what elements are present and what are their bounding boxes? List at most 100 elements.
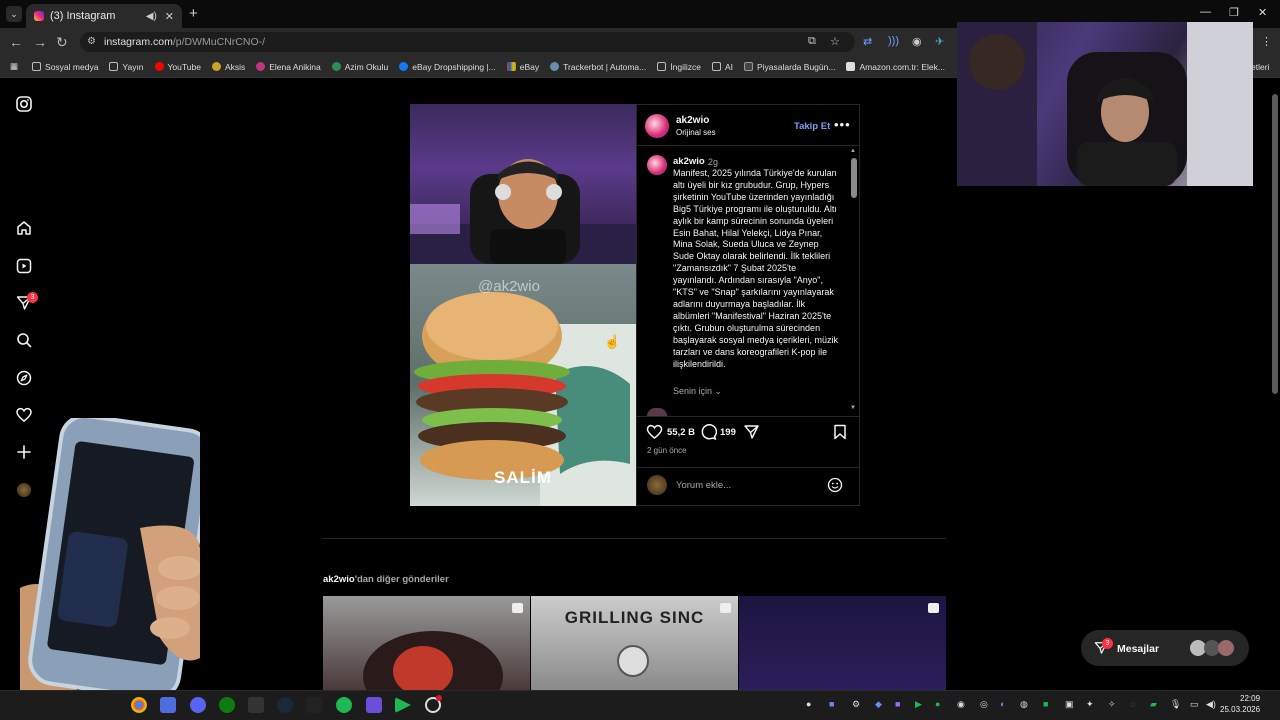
tray-icon[interactable]: ■ xyxy=(1043,699,1048,709)
more-posts-owner[interactable]: ak2wio xyxy=(323,574,355,585)
bookmark-item[interactable]: eBay Dropshipping |... xyxy=(399,62,496,72)
tray-icon[interactable]: ◍ xyxy=(1020,699,1028,710)
follow-button[interactable]: Takip Et xyxy=(794,121,830,132)
audio-extension-icon[interactable]: ))) xyxy=(888,35,899,47)
bookmark-item[interactable]: Piyasalarda Bugün... xyxy=(744,62,835,72)
bookmark-item[interactable]: Amazon.com.tr: Elek... xyxy=(846,62,945,72)
bookmark-label: Trackerbot | Automa... xyxy=(563,61,647,72)
tray-icon[interactable]: ◉ xyxy=(957,699,965,710)
reload-button[interactable]: ↻ xyxy=(56,34,68,51)
save-icon[interactable] xyxy=(833,424,847,445)
url-text[interactable]: instagram.com/p/DWMuCNrCNO-/ xyxy=(104,36,265,48)
bookmark-star-icon[interactable]: ☆ xyxy=(830,35,840,48)
tray-icon[interactable]: ■ xyxy=(895,699,900,709)
scroll-up-icon[interactable]: ▲ xyxy=(850,148,856,154)
bookmark-item[interactable]: Sosyal medya xyxy=(32,62,98,72)
like-count[interactable]: 55,2 B xyxy=(667,427,695,438)
network-icon[interactable]: ▭ xyxy=(1190,699,1199,710)
caption-username[interactable]: ak2wio xyxy=(673,156,705,167)
home-icon[interactable] xyxy=(14,218,34,238)
site-info-icon[interactable]: ⚙ xyxy=(87,36,96,47)
post-thumbnail[interactable]: GRILLING SINC xyxy=(531,596,738,690)
app-icon[interactable] xyxy=(160,697,176,713)
comment-count[interactable]: 199 xyxy=(720,427,736,438)
spotify-icon[interactable] xyxy=(336,697,352,713)
terminal-icon[interactable] xyxy=(306,697,322,713)
tray-icon[interactable]: ▰ xyxy=(1150,699,1157,710)
forward-button[interactable]: → xyxy=(33,34,47,50)
tray-icon[interactable]: ◐ xyxy=(1000,699,1005,709)
browser-tab[interactable]: (3) Instagram ◀) ✕ xyxy=(26,4,182,28)
share-icon[interactable] xyxy=(743,424,760,445)
bookmark-item[interactable]: Yayın xyxy=(109,62,144,72)
tray-icon[interactable]: ● xyxy=(806,699,811,709)
post-video[interactable]: @ak2wio SALİM xyxy=(410,104,636,506)
discord-icon[interactable] xyxy=(190,697,206,713)
bookmark-item[interactable]: İngilizce xyxy=(657,62,701,72)
minimize-button[interactable]: — xyxy=(1200,6,1211,18)
tab-search-button[interactable]: ⌄ xyxy=(6,6,22,22)
explore-icon[interactable] xyxy=(14,368,34,388)
translate-extension-icon[interactable]: ⇄ xyxy=(863,35,872,48)
xbox-icon[interactable] xyxy=(219,697,235,713)
volume-icon[interactable]: ◀) xyxy=(1206,699,1216,710)
new-tab-button[interactable]: + xyxy=(189,5,198,22)
reels-icon[interactable] xyxy=(14,256,34,276)
bookmark-item[interactable]: Trackerbot | Automa... xyxy=(550,62,646,72)
caption-avatar[interactable] xyxy=(647,155,667,175)
speaker-icon[interactable]: ◀) xyxy=(146,11,157,22)
bookmark-item[interactable]: Elena Anikina xyxy=(256,62,321,72)
tray-icon[interactable]: ● xyxy=(935,699,940,709)
for-you-label[interactable]: Senin için ⌄ xyxy=(673,386,722,397)
comment-input[interactable]: Yorum ekle... xyxy=(676,480,731,491)
install-app-icon[interactable]: ⧉ xyxy=(808,35,816,48)
tray-icon[interactable]: ◆ xyxy=(875,699,882,710)
tray-icon[interactable]: ✧ xyxy=(1108,699,1116,710)
tray-icon[interactable]: ✦ xyxy=(1086,699,1094,710)
bookmark-item[interactable]: YouTube xyxy=(154,61,201,72)
extension-icon[interactable]: ◉ xyxy=(912,35,922,48)
scroll-thumb[interactable] xyxy=(851,158,857,198)
tray-icon[interactable]: ◌ xyxy=(1130,699,1135,709)
maximize-button[interactable]: ❐ xyxy=(1229,6,1239,19)
folder-icon xyxy=(109,62,119,71)
post-thumbnail[interactable] xyxy=(323,596,530,690)
post-thumbnail[interactable] xyxy=(739,596,946,690)
bookmark-item[interactable]: Aksis xyxy=(211,62,245,72)
chrome-icon[interactable] xyxy=(131,697,147,713)
owner-avatar[interactable] xyxy=(645,114,669,138)
tray-icon[interactable]: ▶ xyxy=(915,699,922,710)
browser-menu-icon[interactable]: ⋮ xyxy=(1261,35,1272,48)
search-icon[interactable] xyxy=(14,330,34,350)
tray-icon[interactable]: ⚙ xyxy=(852,699,860,710)
more-options-icon[interactable]: ••• xyxy=(834,117,851,132)
audio-label[interactable]: Orijinal ses xyxy=(676,128,716,137)
back-button[interactable]: ← xyxy=(9,34,23,50)
bookmark-item[interactable]: eBay xyxy=(506,62,539,72)
bookmark-item[interactable]: Azim Okulu xyxy=(331,62,388,72)
instagram-logo-icon[interactable] xyxy=(14,94,34,114)
comment-icon[interactable] xyxy=(700,424,718,445)
page-scrollbar[interactable] xyxy=(1270,80,1280,690)
like-icon[interactable] xyxy=(646,424,663,445)
epic-games-icon[interactable] xyxy=(248,697,264,713)
page-scroll-thumb[interactable] xyxy=(1272,94,1278,394)
apps-icon[interactable]: ▦ xyxy=(10,61,18,72)
tray-icon[interactable]: ◎ xyxy=(980,699,988,710)
steam-icon[interactable] xyxy=(277,697,293,713)
bookmark-label: YouTube xyxy=(167,61,201,72)
bookmark-label: İngilizce xyxy=(670,61,701,72)
owner-username[interactable]: ak2wio xyxy=(676,115,709,126)
bookmarks-overflow[interactable]: etleri xyxy=(1251,62,1269,72)
emoji-icon[interactable] xyxy=(827,477,843,498)
microphone-icon[interactable]: 🎙 xyxy=(1170,699,1181,710)
tray-icon[interactable]: ■ xyxy=(829,699,834,709)
close-window-button[interactable]: ✕ xyxy=(1258,6,1267,19)
close-tab-icon[interactable]: ✕ xyxy=(165,10,174,23)
grid-app-icon[interactable] xyxy=(366,697,382,713)
tray-icon[interactable]: ▣ xyxy=(1065,699,1074,710)
clock[interactable]: 22:09 25.03.2026 xyxy=(1220,693,1260,715)
scroll-down-icon[interactable]: ▼ xyxy=(850,405,856,411)
bookmark-item[interactable]: AI xyxy=(711,62,733,72)
extension2-icon[interactable]: ✈ xyxy=(935,35,944,48)
